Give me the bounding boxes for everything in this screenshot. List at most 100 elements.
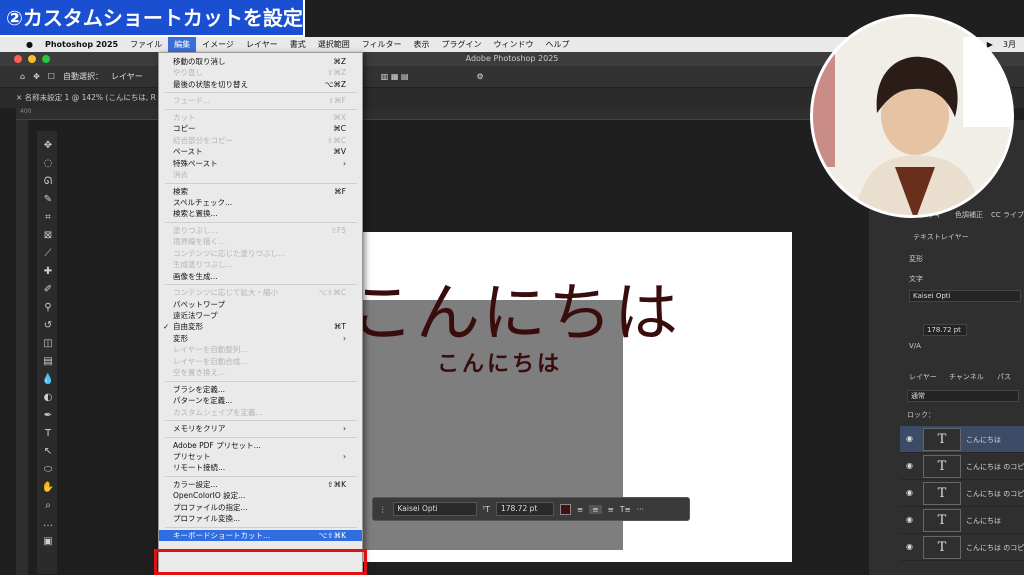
visibility-eye-icon[interactable]: ◉ xyxy=(906,461,913,470)
lasso-tool-icon[interactable]: ᘏ xyxy=(41,175,55,189)
menu-file[interactable]: ファイル xyxy=(124,37,168,52)
edit-menu-item[interactable]: 消去 xyxy=(159,169,362,180)
brush-tool-icon[interactable]: ✐ xyxy=(41,283,55,297)
edit-menu-item[interactable]: 検索と置換... xyxy=(159,208,362,219)
edit-menu-item[interactable]: 最後の状態を切り替え ⌥⌘Z xyxy=(159,79,362,90)
edit-menu-item[interactable]: パターンを定義... xyxy=(159,395,362,406)
edit-menu-item[interactable]: 移動の取り消し ⌘Z xyxy=(159,56,362,67)
visibility-eye-icon[interactable]: ◉ xyxy=(906,542,913,551)
edit-menu-item[interactable]: Adobe PDF プリセット... xyxy=(159,440,362,451)
type-tool-icon[interactable]: T xyxy=(41,427,55,441)
visibility-eye-icon[interactable]: ◉ xyxy=(906,515,913,524)
edit-menu-item[interactable]: メモリをクリア › xyxy=(159,423,362,434)
edit-menu-item[interactable]: やり直し ⇧⌘Z xyxy=(159,67,362,78)
zoom-window-button[interactable] xyxy=(42,55,50,63)
more-options-icon[interactable]: ··· xyxy=(637,505,644,514)
edit-menu-item[interactable]: キーボードショートカット... ⌥⇧⌘K xyxy=(159,529,362,541)
edit-menu-item[interactable]: 塗りつぶし... ⇧F5 xyxy=(159,225,362,236)
visibility-eye-icon[interactable]: ◉ xyxy=(906,488,913,497)
align-center-icon[interactable]: ≡ xyxy=(589,504,602,514)
layer-row[interactable]: ◉ T こんにちは のコピ xyxy=(900,453,1024,480)
menu-window[interactable]: ウィンドウ xyxy=(488,37,540,52)
healing-tool-icon[interactable]: ✚ xyxy=(41,265,55,279)
apple-icon[interactable]: ● xyxy=(20,37,39,52)
edit-menu-item[interactable]: 検索 ⌘F xyxy=(159,186,362,197)
crop-tool-icon[interactable]: ⌗ xyxy=(41,211,55,225)
tab-adjustments[interactable]: 色調補正 xyxy=(955,210,983,220)
edit-menu-item[interactable]: OpenColorIO 設定... xyxy=(159,490,362,501)
menu-view[interactable]: 表示 xyxy=(408,37,436,52)
edit-menu-item[interactable]: コンテンツに応じた塗りつぶし... xyxy=(159,248,362,259)
align-icons[interactable]: ▥ ▦ ▤ xyxy=(381,72,409,81)
menu-image[interactable]: イメージ xyxy=(196,37,240,52)
auto-select-checkbox[interactable]: ☐ xyxy=(48,72,55,81)
edit-menu-item[interactable]: 空を置き換え... xyxy=(159,367,362,378)
edit-menu-item[interactable]: 変形 › xyxy=(159,333,362,344)
frame-tool-icon[interactable]: ⊠ xyxy=(41,229,55,243)
props-size-field[interactable]: 178.72 pt xyxy=(923,324,967,336)
edit-menu-item[interactable]: カット ⌘X xyxy=(159,112,362,123)
edit-menu-item[interactable]: 境界線を描く... xyxy=(159,236,362,247)
tab-layers[interactable]: レイヤー xyxy=(909,372,937,382)
dodge-tool-icon[interactable]: ◐ xyxy=(41,391,55,405)
eraser-tool-icon[interactable]: ◫ xyxy=(41,337,55,351)
tab-cc-libraries[interactable]: CC ライブ xyxy=(991,210,1024,220)
blur-tool-icon[interactable]: 💧 xyxy=(41,373,55,387)
menu-layer[interactable]: レイヤー xyxy=(240,37,284,52)
layer-row[interactable]: ◉ T こんにちは のコピ xyxy=(900,480,1024,507)
edit-menu-item[interactable]: リモート接続... xyxy=(159,462,362,473)
edit-menu-item[interactable]: ペースト ⌘V xyxy=(159,146,362,157)
props-font-field[interactable]: Kaisei Opti xyxy=(909,290,1021,302)
blend-mode-select[interactable]: 通常 xyxy=(907,390,1019,402)
eyedropper-tool-icon[interactable]: ⟋ xyxy=(41,247,55,261)
shape-tool-icon[interactable]: ⬭ xyxy=(41,463,55,477)
edit-menu-item[interactable]: 画像を生成... xyxy=(159,271,362,282)
move-tool-icon[interactable]: ✥ xyxy=(41,139,55,153)
drag-handle-icon[interactable]: ⋮ xyxy=(379,505,387,514)
transform-section[interactable]: 変形 xyxy=(909,254,923,264)
gradient-tool-icon[interactable]: ▤ xyxy=(41,355,55,369)
edit-menu-item[interactable]: 遠近法ワープ xyxy=(159,310,362,321)
home-icon[interactable]: ⌂ xyxy=(20,72,25,81)
edit-menu-item[interactable]: 特殊ペースト › xyxy=(159,158,362,169)
layer-row[interactable]: ◉ T こんにちは のコピ xyxy=(900,534,1024,561)
character-section[interactable]: 文字 xyxy=(909,274,923,284)
auto-select-target[interactable]: レイヤー xyxy=(111,71,143,82)
canvas-small-text[interactable]: こんにちは xyxy=(437,346,562,378)
tab-paths[interactable]: パス xyxy=(997,372,1011,382)
edit-menu-item[interactable]: レイヤーを自動整列... xyxy=(159,344,362,355)
edit-menu-item[interactable]: カスタムシェイプを定義... xyxy=(159,407,362,418)
menu-help[interactable]: ヘルプ xyxy=(540,37,576,52)
minimize-window-button[interactable] xyxy=(28,55,36,63)
menu-filter[interactable]: フィルター xyxy=(356,37,408,52)
menu-type[interactable]: 書式 xyxy=(284,37,312,52)
edit-menu-item[interactable]: スペルチェック... xyxy=(159,197,362,208)
edit-menu-item[interactable]: 生成塗りつぶし... xyxy=(159,259,362,270)
align-right-icon[interactable]: ≡ xyxy=(608,505,614,514)
tab-channels[interactable]: チャンネル xyxy=(949,372,984,382)
edit-menu-item[interactable]: ブラシを定義... xyxy=(159,384,362,395)
text-color-swatch[interactable] xyxy=(559,503,571,515)
stamp-tool-icon[interactable]: ⚲ xyxy=(41,301,55,315)
edit-menu-item[interactable]: カラー設定... ⇧⌘K xyxy=(159,479,362,490)
visibility-eye-icon[interactable]: ◉ xyxy=(906,434,913,443)
quick-select-tool-icon[interactable]: ✎ xyxy=(41,193,55,207)
layer-row[interactable]: ◉ T こんにちは xyxy=(900,507,1024,534)
text-options-icon[interactable]: T≡ xyxy=(620,505,631,514)
pen-tool-icon[interactable]: ✒ xyxy=(41,409,55,423)
font-size-field[interactable]: 178.72 pt xyxy=(495,502,554,516)
edit-menu-item[interactable]: プリセット › xyxy=(159,451,362,462)
menu-app[interactable]: Photoshop 2025 xyxy=(39,37,124,52)
menu-edit[interactable]: 編集 xyxy=(168,37,197,52)
edit-menu-item[interactable]: フェード... ⇧⌘F xyxy=(159,95,362,106)
edit-menu-item[interactable]: プロファイル変換... xyxy=(159,513,362,524)
hand-tool-icon[interactable]: ✋ xyxy=(41,481,55,495)
edit-menu-item[interactable]: プロファイルの指定... xyxy=(159,502,362,513)
edit-menu-item[interactable]: コンテンツに応じて拡大・縮小 ⌥⇧⌘C xyxy=(159,287,362,298)
settings-icon[interactable]: ⚙ xyxy=(476,72,483,81)
canvas-large-text[interactable]: こんにちは xyxy=(350,262,680,354)
history-brush-icon[interactable]: ↺ xyxy=(41,319,55,333)
edit-menu-item[interactable]: コピー ⌘C xyxy=(159,123,362,134)
zoom-tool-icon[interactable]: ⌕ xyxy=(41,499,55,513)
path-select-icon[interactable]: ↖ xyxy=(41,445,55,459)
